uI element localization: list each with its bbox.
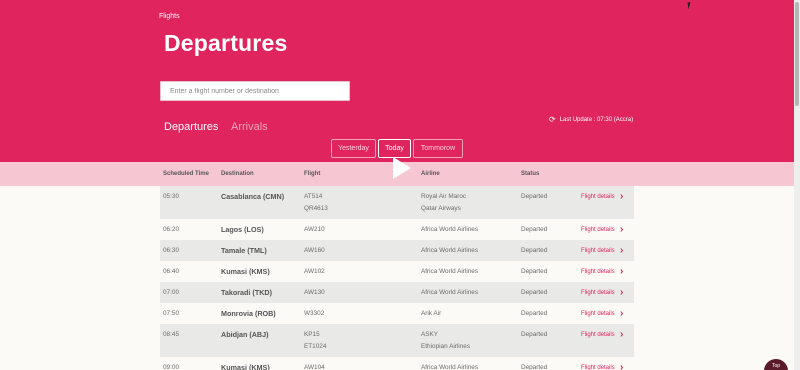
status-text: Departed xyxy=(521,364,548,370)
scheduled-time: 07:00 xyxy=(163,289,179,296)
today-button[interactable]: Today xyxy=(378,139,411,158)
scheduled-time: 07:50 xyxy=(163,310,179,317)
chevron-right-icon[interactable]: › xyxy=(620,191,623,202)
status-text: Departed xyxy=(521,268,548,275)
table-row[interactable]: 07:00 Takoradi (TKD) AW130 Africa World Air… xyxy=(160,282,634,303)
column-header-flight: Flight xyxy=(304,171,321,177)
flight-details-link[interactable]: Flight details xyxy=(581,290,615,296)
flight-details-link[interactable]: Flight details xyxy=(581,194,615,200)
status-text: Departed xyxy=(521,331,548,338)
flight-number: AW130 xyxy=(304,289,325,296)
table-row[interactable]: 08:45 Abidjan (ABJ) KP15 ET1024 ASKY Ethiopia… xyxy=(160,324,634,357)
airline-name: Arik Air xyxy=(421,310,442,317)
refresh-icon[interactable]: ⟳ xyxy=(549,115,556,124)
flight-details-link[interactable]: Flight details xyxy=(581,269,615,275)
airline-name: Africa World Airlines xyxy=(421,268,479,275)
chevron-right-icon[interactable]: › xyxy=(620,362,623,370)
scheduled-time: 06:20 xyxy=(163,226,179,233)
scheduled-time: 05:30 xyxy=(163,193,179,200)
airline-name: Africa World Airlines xyxy=(421,226,479,233)
airline-name: Africa World Airlines xyxy=(421,247,479,254)
status-text: Departed xyxy=(521,310,548,317)
column-header-airline: Airline xyxy=(421,171,440,177)
airline-name: Africa World Airlines xyxy=(421,364,479,370)
flight-number: W3302 xyxy=(304,310,325,317)
scheduled-time: 06:40 xyxy=(163,268,179,275)
table-row[interactable]: 09:00 Kumasi (KMS) AW104 Africa World Airli… xyxy=(160,357,634,370)
column-header-time: Scheduled Time xyxy=(163,171,209,177)
scheduled-time: 09:00 xyxy=(163,364,179,370)
table-row[interactable]: 06:30 Tamale (TML) AW160 Africa World Airli… xyxy=(160,240,634,261)
airline-name: ASKY xyxy=(421,331,439,338)
destination: Kumasi (KMS) xyxy=(221,267,270,276)
yesterday-button[interactable]: Yesterday xyxy=(331,139,376,158)
flight-number: AW160 xyxy=(304,247,325,254)
destination: Lagos (LOS) xyxy=(221,225,264,234)
destination: Monrovia (ROB) xyxy=(221,309,276,318)
tomorrow-button[interactable]: Tommorow xyxy=(413,139,463,158)
chevron-right-icon[interactable]: › xyxy=(620,329,623,340)
status-text: Departed xyxy=(521,193,548,200)
cursor-icon xyxy=(687,1,695,10)
flight-number: KP15 xyxy=(304,331,320,338)
back-to-top-button[interactable]: Top xyxy=(764,359,788,370)
destination: Takoradi (TKD) xyxy=(221,288,272,297)
chevron-right-icon[interactable]: › xyxy=(620,308,623,319)
scheduled-time: 08:45 xyxy=(163,331,179,338)
chevron-right-icon[interactable]: › xyxy=(620,245,623,256)
airline-name: Royal Air Maroc xyxy=(421,193,467,200)
scrollbar-thumb[interactable] xyxy=(795,2,799,106)
chevron-right-icon[interactable]: › xyxy=(620,224,623,235)
status-text: Departed xyxy=(521,247,548,254)
table-row[interactable]: 05:30 Casablanca (CMN) AT514 QR4613 Royal Ai… xyxy=(160,186,634,219)
page-title: Departures xyxy=(164,30,288,56)
tab-departures[interactable]: Departures xyxy=(164,121,218,133)
table-row[interactable]: 06:40 Kumasi (KMS) AW102 Africa World Airli… xyxy=(160,261,634,282)
flight-number: ET1024 xyxy=(304,343,327,350)
flight-details-link[interactable]: Flight details xyxy=(581,365,615,370)
column-header-status: Status xyxy=(521,171,540,177)
last-update-text: Last Update : 07:30 (Accra) xyxy=(559,116,634,123)
status-text: Departed xyxy=(521,289,548,296)
flight-details-link[interactable]: Flight details xyxy=(581,248,615,254)
flight-number: AT514 xyxy=(304,193,323,200)
flight-details-link[interactable]: Flight details xyxy=(581,227,615,233)
play-icon[interactable] xyxy=(393,157,411,179)
tab-arrivals[interactable]: Arrivals xyxy=(231,121,268,133)
destination: Abidjan (ABJ) xyxy=(221,330,269,339)
header-banner: Flights Departures Departures Arrivals ⟳… xyxy=(0,0,794,162)
flight-details-link[interactable]: Flight details xyxy=(581,332,615,338)
destination: Kumasi (KMS) xyxy=(221,363,270,370)
destination: Casablanca (CMN) xyxy=(221,192,285,201)
flight-number: AW102 xyxy=(304,268,325,275)
flight-details-link[interactable]: Flight details xyxy=(581,311,615,317)
destination: Tamale (TML) xyxy=(221,246,267,255)
flight-number: AW104 xyxy=(304,364,325,370)
last-update: ⟳ Last Update : 07:30 (Accra) xyxy=(549,115,633,124)
airline-name: Africa World Airlines xyxy=(421,289,479,296)
chevron-right-icon[interactable]: › xyxy=(620,266,623,277)
breadcrumb[interactable]: Flights xyxy=(159,13,180,20)
scheduled-time: 06:30 xyxy=(163,247,179,254)
column-header-destination: Destination xyxy=(221,171,254,177)
search-input[interactable] xyxy=(160,81,350,101)
table-row[interactable]: 06:20 Lagos (LOS) AW210 Africa World Airlin… xyxy=(160,219,634,240)
chevron-right-icon[interactable]: › xyxy=(620,287,623,298)
status-text: Departed xyxy=(521,226,548,233)
flight-number: QR4613 xyxy=(304,205,328,212)
table-row[interactable]: 07:50 Monrovia (ROB) W3302 Arik Air Departed… xyxy=(160,303,634,324)
flight-number: AW210 xyxy=(304,226,325,233)
airline-name: Ethiopian Airlines xyxy=(421,343,471,350)
airline-name: Qatar Airways xyxy=(421,205,461,212)
